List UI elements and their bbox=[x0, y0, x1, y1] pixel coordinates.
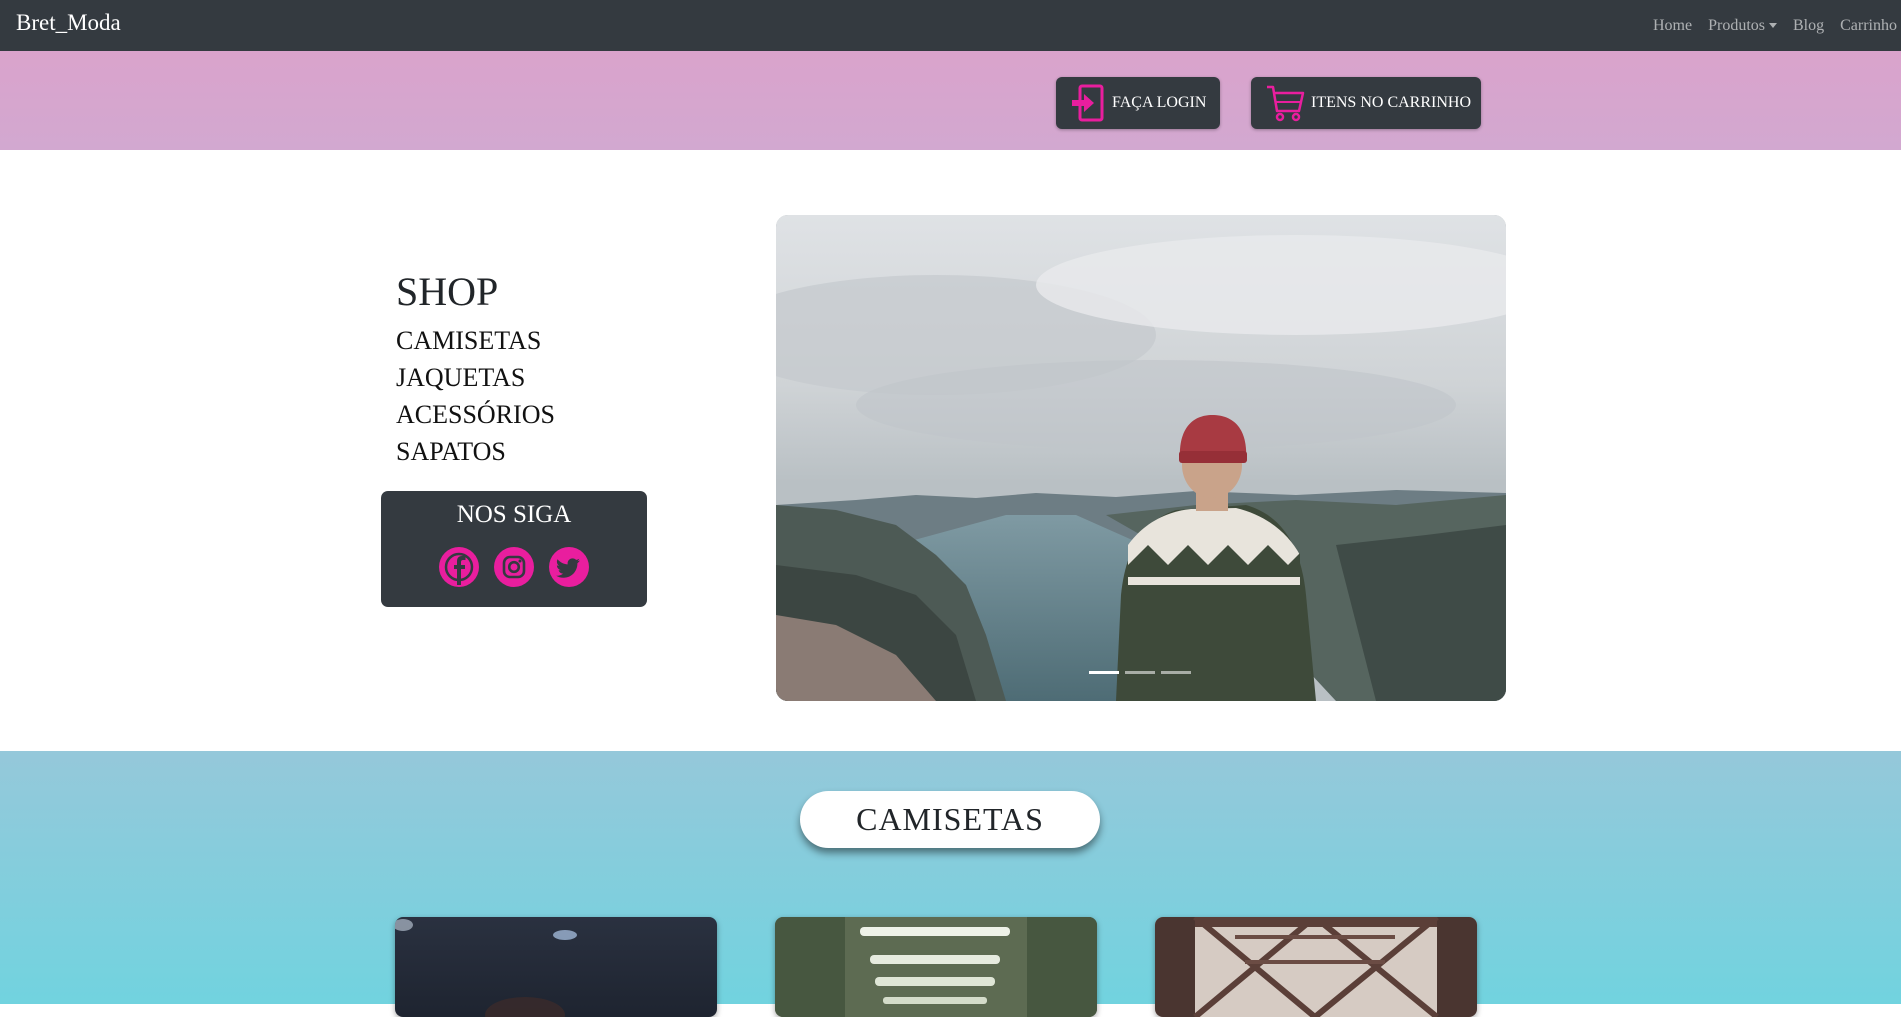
product-image bbox=[395, 917, 717, 1017]
header-band: FAÇA LOGIN ITENS NO CARRINHO bbox=[0, 51, 1901, 150]
product-image bbox=[775, 917, 1097, 1017]
nav-link-produtos-label: Produtos bbox=[1708, 16, 1765, 34]
cart-icon bbox=[1267, 85, 1305, 122]
product-card[interactable] bbox=[395, 917, 717, 1017]
instagram-icon[interactable] bbox=[494, 547, 534, 587]
navbar: Bret_Moda Home Produtos Blog Carrinho bbox=[0, 0, 1901, 51]
shop-item-sapatos[interactable]: SAPATOS bbox=[396, 433, 555, 470]
nav-links: Home Produtos Blog Carrinho bbox=[1653, 0, 1901, 51]
follow-box: NOS SIGA bbox=[381, 491, 647, 607]
product-card[interactable] bbox=[775, 917, 1097, 1017]
nav-link-home[interactable]: Home bbox=[1653, 17, 1692, 35]
brand-logo[interactable]: Bret_Moda bbox=[16, 10, 121, 36]
cart-label: ITENS NO CARRINHO bbox=[1311, 94, 1471, 111]
cart-button[interactable]: ITENS NO CARRINHO bbox=[1251, 77, 1481, 129]
products-section: CAMISETAS bbox=[0, 751, 1901, 1017]
section-title: CAMISETAS bbox=[800, 791, 1100, 848]
twitter-icon[interactable] bbox=[549, 547, 589, 587]
caret-down-icon bbox=[1769, 23, 1777, 28]
login-icon bbox=[1072, 84, 1104, 122]
login-button[interactable]: FAÇA LOGIN bbox=[1056, 77, 1220, 129]
shop-title: SHOP bbox=[396, 269, 499, 314]
facebook-icon[interactable] bbox=[439, 547, 479, 587]
nav-link-produtos[interactable]: Produtos bbox=[1708, 17, 1777, 35]
product-card[interactable] bbox=[1155, 917, 1477, 1017]
follow-title: NOS SIGA bbox=[456, 501, 572, 528]
shop-item-camisetas[interactable]: CAMISETAS bbox=[396, 322, 555, 359]
carousel-indicators bbox=[1089, 671, 1197, 674]
carousel-indicator-2[interactable] bbox=[1125, 671, 1155, 674]
hero-carousel[interactable] bbox=[776, 215, 1506, 701]
login-label: FAÇA LOGIN bbox=[1112, 94, 1207, 111]
product-image bbox=[1155, 917, 1477, 1017]
nav-link-blog[interactable]: Blog bbox=[1793, 17, 1824, 35]
shop-category-list: CAMISETAS JAQUETAS ACESSÓRIOS SAPATOS bbox=[396, 322, 555, 470]
carousel-indicator-1[interactable] bbox=[1089, 671, 1119, 674]
shop-item-acessorios[interactable]: ACESSÓRIOS bbox=[396, 396, 555, 433]
nav-link-carrinho[interactable]: Carrinho bbox=[1840, 17, 1897, 35]
shop-item-jaquetas[interactable]: JAQUETAS bbox=[396, 359, 555, 396]
carousel-slide-image bbox=[776, 215, 1506, 701]
carousel-indicator-3[interactable] bbox=[1161, 671, 1191, 674]
